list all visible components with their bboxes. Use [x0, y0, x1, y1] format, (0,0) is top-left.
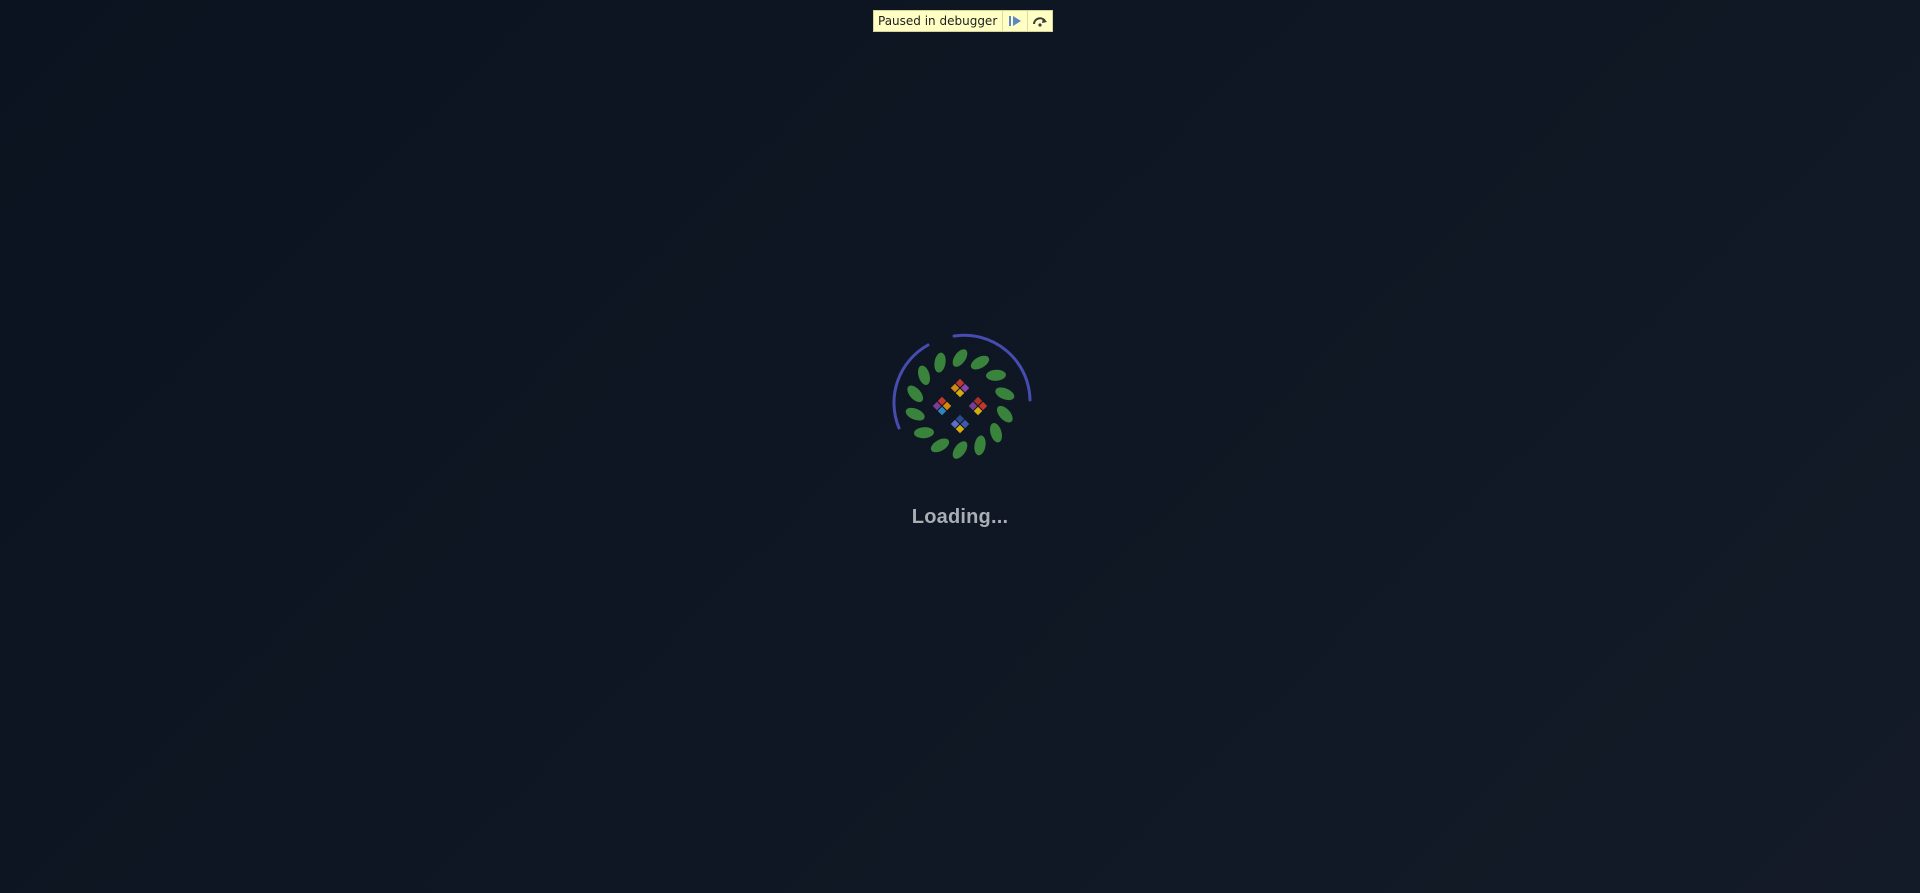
step-over-icon — [1033, 17, 1048, 27]
leaf-shape — [974, 435, 986, 456]
leaf-shape — [986, 369, 1006, 381]
leaf-shape — [970, 355, 990, 370]
leaf-shape — [914, 427, 934, 439]
leaf-shape — [990, 422, 1002, 443]
leaf-shape — [952, 349, 968, 367]
leaf-shape — [996, 405, 1013, 423]
leaf-shape — [952, 441, 968, 459]
loading-text: Loading... — [911, 506, 1009, 528]
debugger-paused-banner: Paused in debugger — [873, 10, 1054, 32]
leaf-shape — [918, 365, 930, 386]
resume-button[interactable] — [1002, 11, 1027, 31]
leaf-shape — [934, 352, 946, 373]
leaf-shape — [995, 387, 1015, 401]
resume-icon — [1009, 16, 1022, 26]
leaf-shape — [930, 438, 950, 453]
step-over-button[interactable] — [1027, 11, 1052, 31]
loading-spinner — [888, 332, 1032, 476]
leaf-shape — [905, 407, 925, 421]
debugger-status-text: Paused in debugger — [878, 14, 998, 28]
leaf-shape — [907, 385, 924, 403]
leaf-wreath-logo-icon — [892, 333, 1032, 459]
